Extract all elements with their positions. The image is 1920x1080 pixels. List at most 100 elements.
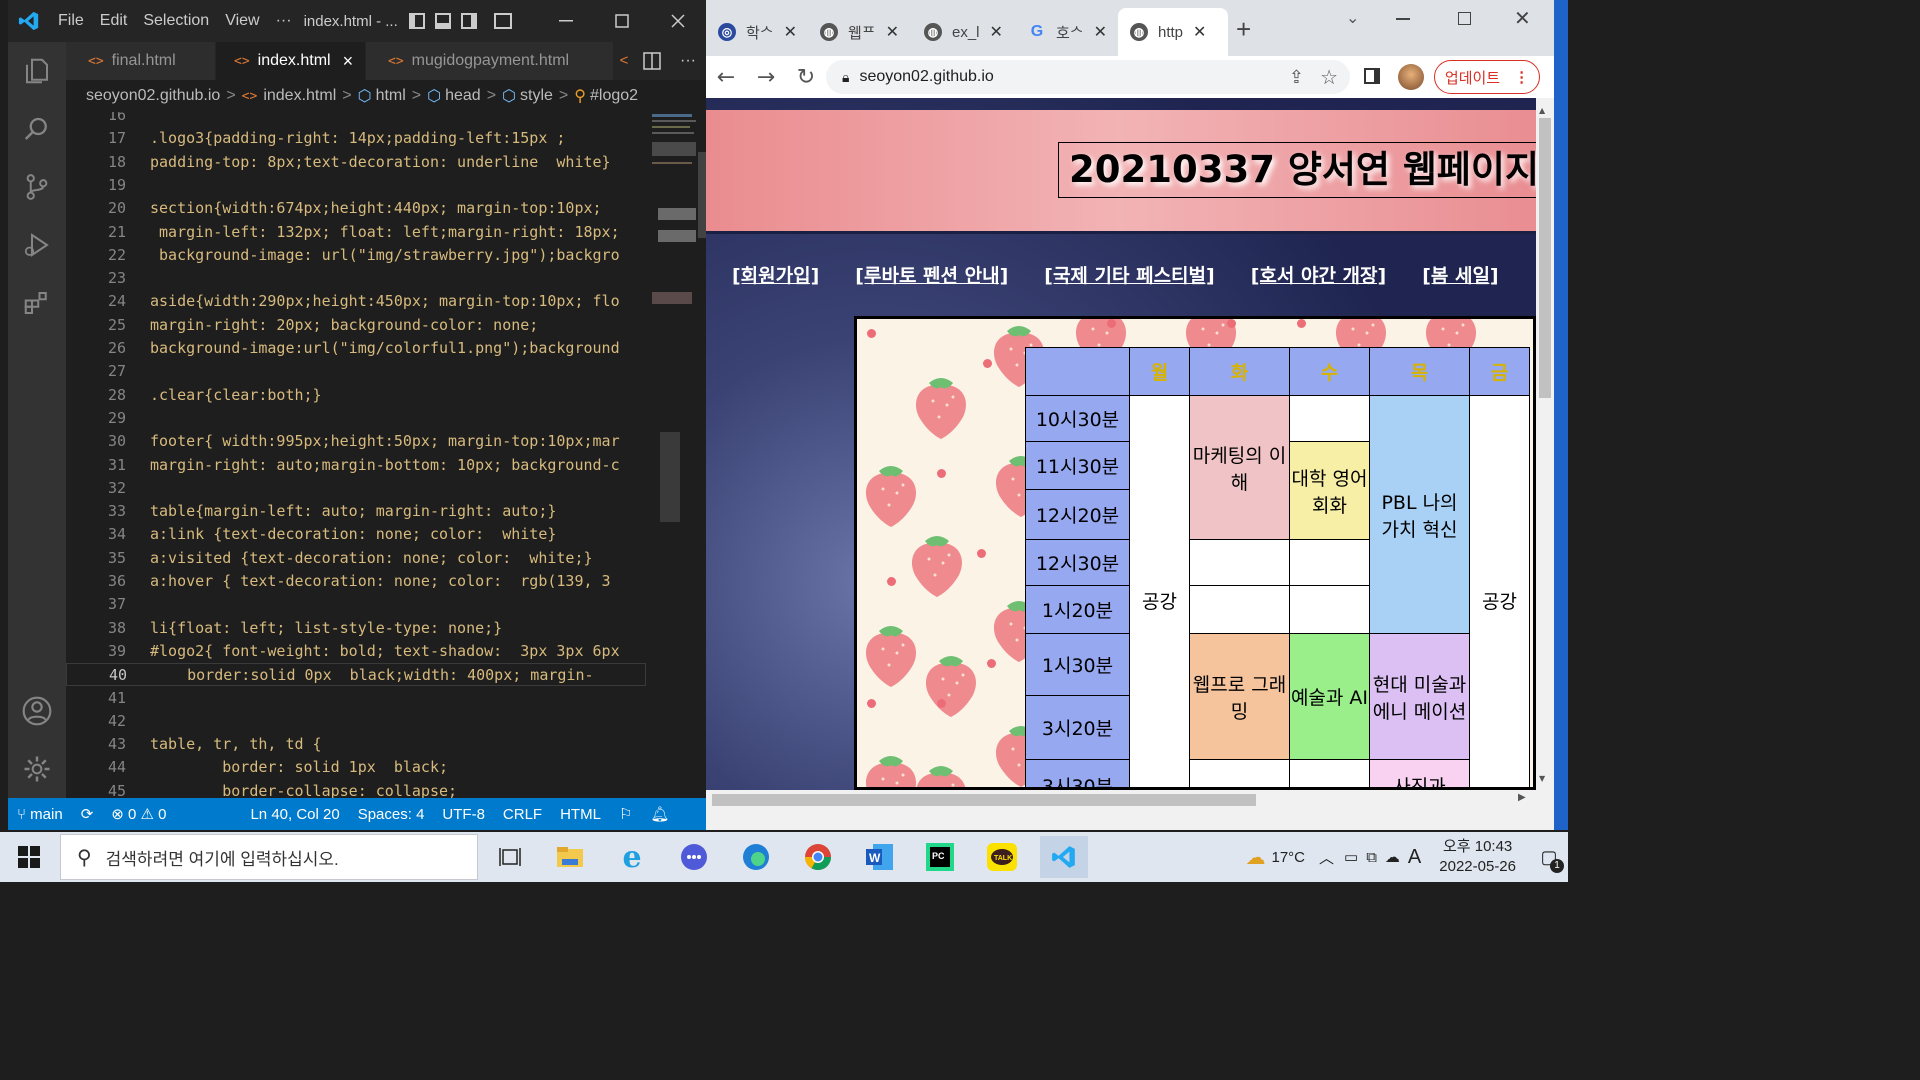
code-line[interactable]: 29 (66, 407, 646, 430)
browser-tab-1[interactable]: ◎ 학ᄉ ✕ (706, 14, 806, 50)
code-line[interactable]: 27 (66, 360, 646, 383)
code-line[interactable]: 39 #logo2{ font-weight: bold; text-shadow… (66, 640, 646, 663)
search-icon[interactable] (8, 100, 66, 158)
menu-file[interactable]: File (50, 12, 92, 30)
code-line[interactable]: 28 .clear{clear:both;} (66, 384, 646, 407)
code-line[interactable]: 26 background-image:url("img/colorful1.pn… (66, 337, 646, 360)
language-status[interactable]: HTML (551, 806, 610, 823)
nav-link-pension[interactable]: [루바토 펜션 안내] (855, 261, 1008, 288)
run-debug-icon[interactable] (8, 216, 66, 274)
close-tab-icon[interactable]: ✕ (990, 22, 1003, 42)
maximize-button[interactable] (1458, 12, 1471, 25)
taskbar-search-box[interactable]: ⚲ 검색하려면 여기에 입력하십시오. (60, 834, 478, 880)
toggle-secondary-sidebar-icon[interactable] (460, 13, 477, 29)
reload-icon[interactable]: ↻ (786, 59, 826, 95)
word-icon[interactable]: W (858, 836, 902, 878)
cursor-position[interactable]: Ln 40, Col 20 (241, 806, 348, 823)
gear-icon[interactable] (8, 740, 66, 798)
edge-icon[interactable] (734, 836, 778, 878)
address-bar[interactable]: 🔒︎ seoyon02.github.io ⇪ ☆ (826, 60, 1350, 94)
menu-selection[interactable]: Selection (135, 12, 217, 30)
nav-link-night-open[interactable]: [호서 야간 개장] (1251, 261, 1386, 288)
chat-icon[interactable] (672, 836, 716, 878)
explorer-icon[interactable] (8, 42, 66, 100)
close-tab-icon[interactable]: ✕ (886, 22, 899, 42)
profile-avatar[interactable] (1398, 64, 1424, 90)
network-icon[interactable]: ☁ (1385, 848, 1400, 866)
kakaotalk-icon[interactable]: TALK (980, 836, 1024, 878)
close-window-button[interactable]: ✕ (1514, 6, 1531, 30)
clock[interactable]: 오후 10:43 2022-05-26 (1439, 837, 1516, 877)
minimap[interactable] (646, 112, 698, 798)
source-control-icon[interactable] (8, 158, 66, 216)
code-line[interactable]: 41 (66, 687, 646, 710)
update-button[interactable]: 업데이트 ⋮ (1434, 60, 1540, 94)
battery-icon[interactable]: ▭ (1344, 848, 1358, 866)
code-line[interactable]: 18 padding-top: 8px;text-decoration: unde… (66, 151, 646, 174)
split-editor-icon[interactable] (634, 42, 670, 80)
code-line[interactable]: 25 margin-right: 20px; background-color: … (66, 314, 646, 337)
code-line[interactable]: 31 margin-right: auto;margin-bottom: 10px… (66, 454, 646, 477)
encoding-status[interactable]: UTF-8 (433, 806, 494, 823)
code-line[interactable]: 23 (66, 267, 646, 290)
page-vertical-scrollbar[interactable]: ▲ ▼ (1536, 98, 1554, 790)
pycharm-icon[interactable]: PC (918, 836, 962, 878)
device-icon[interactable]: ⧉ (1366, 849, 1377, 866)
close-tab-icon[interactable]: × (343, 51, 354, 72)
code-line[interactable]: 22 background-image: url("img/strawberry… (66, 244, 646, 267)
menu-edit[interactable]: Edit (92, 12, 136, 30)
close-tab-icon[interactable]: ✕ (1094, 22, 1107, 42)
code-line[interactable]: 44 border: solid 1px black; (66, 756, 646, 779)
close-tab-icon[interactable]: ✕ (1193, 22, 1206, 42)
notification-icon[interactable]: ▢ 1 (1530, 837, 1568, 877)
menu-more[interactable]: ··· (268, 12, 300, 30)
breadcrumb-selector[interactable]: #logo2 (590, 87, 638, 105)
tab-final-html[interactable]: <> final.html (66, 42, 216, 80)
tab-scroll-left[interactable]: < (614, 42, 634, 80)
code-line[interactable]: 37 (66, 593, 646, 616)
editor-scrollbar[interactable] (698, 112, 706, 798)
sync-icon[interactable]: ⟳ (72, 805, 103, 823)
breadcrumb-folder[interactable]: seoyon02.github.io (86, 87, 220, 105)
bell-icon[interactable]: 🔔︎ (641, 805, 678, 823)
code-line[interactable]: 19 (66, 174, 646, 197)
forward-arrow-icon[interactable]: → (746, 59, 786, 95)
browser-tab-2[interactable]: ◍ 웹ᄑ ✕ (808, 14, 908, 50)
minimize-button[interactable] (1396, 18, 1410, 20)
windows-start-icon[interactable] (0, 832, 58, 882)
code-line[interactable]: 30 footer{ width:995px;height:50px; margi… (66, 430, 646, 453)
code-line[interactable]: 32 (66, 477, 646, 500)
ime-indicator[interactable]: A (1408, 846, 1421, 869)
code-line[interactable]: 17 .logo3{padding-right: 14px;padding-lef… (66, 127, 646, 150)
code-line[interactable]: 36 a:hover { text-decoration: none; color… (66, 570, 646, 593)
breadcrumb-head[interactable]: head (445, 87, 481, 105)
branch-status[interactable]: ⑂ main (8, 806, 72, 823)
menu-view[interactable]: View (217, 12, 267, 30)
code-line[interactable]: 42 (66, 710, 646, 733)
chrome-icon[interactable] (796, 836, 840, 878)
tab-index-html[interactable]: <> index.html × (216, 42, 366, 80)
bookmark-star-icon[interactable]: ☆ (1320, 65, 1338, 90)
extensions-icon[interactable] (8, 274, 66, 332)
indent-status[interactable]: Spaces: 4 (349, 806, 434, 823)
vscode-taskbar-icon[interactable] (1040, 836, 1088, 878)
code-line[interactable]: 45 border-collapse: collapse; (66, 780, 646, 798)
nav-link-signup[interactable]: [회원가입] (732, 261, 819, 288)
code-line[interactable]: 38 li{float: left; list-style-type: none;… (66, 617, 646, 640)
page-horizontal-scrollbar[interactable]: ▶ (706, 790, 1554, 830)
maximize-button[interactable] (594, 0, 650, 42)
weather-icon[interactable]: ☁ (1245, 845, 1265, 870)
code-line[interactable]: 40 border:solid 0px black;width: 400px; … (66, 663, 646, 687)
more-actions-icon[interactable]: ··· (670, 42, 706, 80)
nav-link-spring-sale[interactable]: [봄 세일] (1422, 261, 1498, 288)
internet-explorer-icon[interactable]: e (610, 836, 654, 878)
browser-tab-5[interactable]: ◍ http ✕ (1118, 8, 1228, 56)
code-editor[interactable]: 16 17 .logo3{padding-right: 14px;padding-l… (66, 112, 646, 798)
browser-tab-3[interactable]: ◍ ex_l ✕ (912, 14, 1012, 50)
file-explorer-icon[interactable] (548, 836, 592, 878)
code-line[interactable]: 33 table{margin-left: auto; margin-right:… (66, 500, 646, 523)
eol-status[interactable]: CRLF (494, 806, 551, 823)
toggle-sidebar-icon[interactable] (408, 13, 425, 29)
code-line[interactable]: 35 a:visited {text-decoration: none; colo… (66, 547, 646, 570)
weather-temp[interactable]: 17°C (1271, 849, 1305, 866)
